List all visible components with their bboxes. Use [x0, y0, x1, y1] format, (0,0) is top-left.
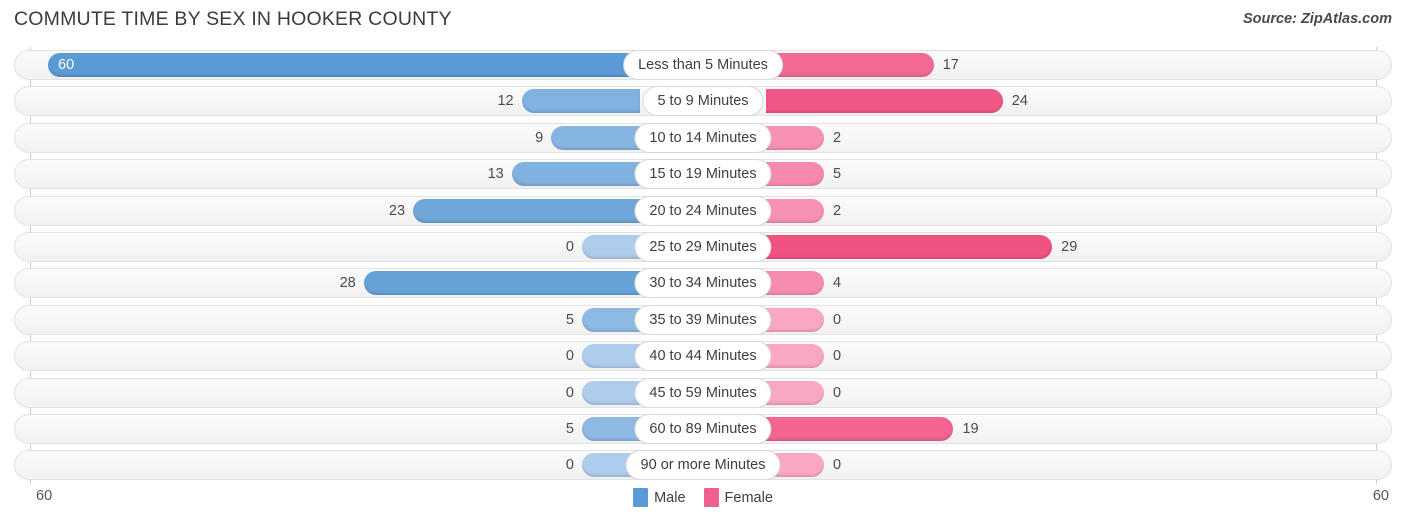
row-bars: 13 5 15 to 19 Minutes	[0, 156, 1406, 192]
bar-value-female: 0	[833, 384, 842, 401]
legend-item-male[interactable]: Male	[633, 488, 686, 507]
chart-header: COMMUTE TIME BY SEX IN HOOKER COUNTY Sou…	[0, 0, 1406, 46]
chart-footer: 60 60 Male Female	[0, 484, 1406, 523]
bar-female[interactable]	[766, 271, 824, 296]
category-label: 25 to 29 Minutes	[634, 231, 772, 262]
bar-value-female: 2	[833, 202, 842, 219]
bar-male[interactable]	[48, 53, 640, 77]
row-bars: 23 2 20 to 24 Minutes	[0, 193, 1406, 229]
category-label: 5 to 9 Minutes	[642, 86, 764, 117]
chart-row: 0 29 25 to 29 Minutes	[0, 229, 1406, 265]
bar-value-female: 0	[833, 311, 842, 328]
bar-female[interactable]	[766, 307, 824, 332]
bar-value-female: 0	[833, 348, 842, 365]
bar-value-male: 0	[565, 384, 574, 401]
bar-male[interactable]	[413, 198, 640, 223]
chart-row: 0 0 40 to 44 Minutes	[0, 338, 1406, 374]
chart-row: 12 24 5 to 9 Minutes	[0, 83, 1406, 119]
bar-value-female: 4	[833, 275, 842, 292]
bar-value-female: 17	[942, 57, 959, 73]
bar-value-male: 9	[535, 129, 544, 146]
bar-female[interactable]	[766, 89, 1003, 114]
category-label: Less than 5 Minutes	[623, 50, 783, 80]
category-label: 60 to 89 Minutes	[634, 413, 772, 444]
bar-male[interactable]	[582, 344, 640, 369]
commute-time-chart: COMMUTE TIME BY SEX IN HOOKER COUNTY Sou…	[0, 0, 1406, 523]
chart-legend: Male Female	[0, 488, 1406, 507]
bar-female[interactable]	[766, 53, 934, 77]
bar-value-male: 0	[565, 457, 574, 474]
category-label: 30 to 34 Minutes	[634, 268, 772, 299]
bar-male[interactable]	[582, 234, 640, 259]
bar-male[interactable]	[363, 271, 640, 296]
bar-female[interactable]	[766, 198, 824, 223]
bar-value-male: 13	[487, 166, 504, 183]
legend-item-female[interactable]: Female	[703, 488, 773, 507]
category-label: 20 to 24 Minutes	[634, 195, 772, 226]
bar-value-female: 0	[833, 457, 842, 474]
legend-label: Female	[724, 489, 773, 506]
chart-row: 5 0 35 to 39 Minutes	[0, 302, 1406, 338]
row-bars: 60 17 Less than 5 Minutes	[0, 47, 1406, 83]
bar-value-male: 5	[565, 420, 574, 437]
chart-row: 13 5 15 to 19 Minutes	[0, 156, 1406, 192]
source-attribution: Source: ZipAtlas.com	[1242, 11, 1392, 27]
bar-value-female: 5	[833, 166, 842, 183]
chart-row: 23 2 20 to 24 Minutes	[0, 193, 1406, 229]
bar-value-male: 0	[565, 238, 574, 255]
row-bars: 5 0 35 to 39 Minutes	[0, 302, 1406, 338]
category-label: 40 to 44 Minutes	[634, 341, 772, 372]
bar-female[interactable]	[766, 416, 954, 441]
chart-row: 5 19 60 to 89 Minutes	[0, 411, 1406, 447]
bar-value-male: 28	[339, 275, 356, 292]
bar-female[interactable]	[766, 162, 824, 187]
bar-value-female: 2	[833, 129, 842, 146]
page-title: COMMUTE TIME BY SEX IN HOOKER COUNTY	[14, 8, 452, 30]
row-bars: 0 0 90 or more Minutes	[0, 447, 1406, 483]
bar-male[interactable]	[511, 162, 640, 187]
bar-male[interactable]	[582, 307, 640, 332]
category-label: 35 to 39 Minutes	[634, 304, 772, 335]
chart-row: 28 4 30 to 34 Minutes	[0, 265, 1406, 301]
row-bars: 12 24 5 to 9 Minutes	[0, 83, 1406, 119]
bar-value-female: 24	[1011, 93, 1028, 110]
category-label: 90 or more Minutes	[625, 450, 781, 481]
chart-row: 0 0 45 to 59 Minutes	[0, 375, 1406, 411]
bar-male[interactable]	[551, 125, 640, 150]
legend-swatch-icon	[633, 488, 649, 507]
bar-female[interactable]	[766, 380, 824, 405]
category-label: 15 to 19 Minutes	[634, 159, 772, 190]
row-bars: 0 29 25 to 29 Minutes	[0, 229, 1406, 265]
bar-male[interactable]	[521, 89, 640, 114]
category-label: 10 to 14 Minutes	[634, 122, 772, 153]
bar-female[interactable]	[766, 234, 1053, 259]
bar-value-male: 12	[497, 93, 514, 110]
bar-female[interactable]	[766, 125, 824, 150]
legend-swatch-icon	[703, 488, 719, 507]
bar-value-male: 5	[565, 311, 574, 328]
plot-area: 60 17 Less than 5 Minutes 12 24 5 to 9 Minute…	[0, 47, 1406, 484]
bar-value-female: 29	[1061, 238, 1078, 255]
bar-male[interactable]	[582, 380, 640, 405]
row-bars: 5 19 60 to 89 Minutes	[0, 411, 1406, 447]
row-bars: 28 4 30 to 34 Minutes	[0, 265, 1406, 301]
category-label: 45 to 59 Minutes	[634, 377, 772, 408]
bar-male[interactable]	[582, 416, 640, 441]
row-bars: 9 2 10 to 14 Minutes	[0, 120, 1406, 156]
row-bars: 0 0 45 to 59 Minutes	[0, 375, 1406, 411]
bar-value-male: 0	[565, 348, 574, 365]
row-bars: 0 0 40 to 44 Minutes	[0, 338, 1406, 374]
bar-value-female: 19	[962, 420, 979, 437]
chart-row: 9 2 10 to 14 Minutes	[0, 120, 1406, 156]
bar-rows: 60 17 Less than 5 Minutes 12 24 5 to 9 Minute…	[0, 47, 1406, 484]
legend-label: Male	[654, 489, 686, 506]
bar-value-male: 60	[58, 57, 75, 73]
bar-value-male: 23	[388, 202, 406, 219]
bar-female[interactable]	[766, 344, 824, 369]
chart-row: 60 17 Less than 5 Minutes	[0, 47, 1406, 83]
chart-row: 0 0 90 or more Minutes	[0, 447, 1406, 483]
